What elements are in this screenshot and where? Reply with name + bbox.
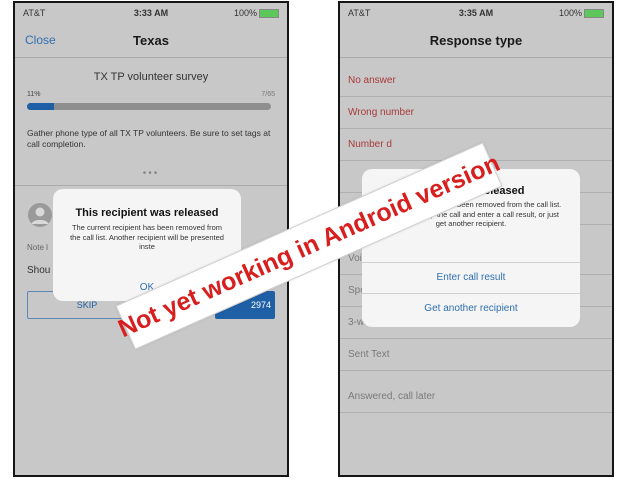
response-option-no-answer[interactable]: No answer xyxy=(340,65,612,97)
divider xyxy=(15,185,287,186)
progress-percent: 11% xyxy=(27,91,41,98)
progress-bar xyxy=(27,103,271,110)
nav-bar: Response type xyxy=(340,23,612,58)
progress-fill xyxy=(27,103,54,110)
nav-title: Response type xyxy=(429,33,523,48)
more-dots-icon[interactable]: ••• xyxy=(15,168,287,179)
status-bar: AT&T 3:33 AM 100% xyxy=(15,3,287,23)
avatar xyxy=(28,203,52,227)
response-option-answered-call-later[interactable]: Answered, call later xyxy=(340,381,612,413)
enter-call-result-button[interactable]: Enter call result xyxy=(362,262,580,293)
response-option-wrong-number[interactable]: Wrong number xyxy=(340,97,612,129)
status-bar: AT&T 3:35 AM 100% xyxy=(340,3,612,23)
battery-percent: 100% xyxy=(233,8,257,18)
battery-indicator: 100% xyxy=(558,8,604,19)
get-another-recipient-button[interactable]: Get another recipient xyxy=(362,293,580,324)
battery-indicator: 100% xyxy=(233,8,279,19)
nav-bar: Close Texas xyxy=(15,23,287,58)
survey-intro: Gather phone type of all TX TP volunteer… xyxy=(27,128,271,149)
alert-message: The current recipient has been removed f… xyxy=(70,223,224,251)
nav-title: Texas xyxy=(133,33,169,48)
person-icon xyxy=(31,207,49,224)
progress-count: 7/65 xyxy=(261,91,275,98)
left-phone-screen: AT&T 3:33 AM 100% Close Texas TX TP volu… xyxy=(13,1,289,477)
battery-percent: 100% xyxy=(558,8,582,18)
note-label: Note l xyxy=(27,243,48,252)
question-text: Shou xyxy=(27,265,51,276)
alert-title: This recipient was released xyxy=(75,207,219,219)
battery-icon xyxy=(259,9,279,19)
battery-icon xyxy=(584,9,604,19)
survey-title: TX TP volunteer survey xyxy=(93,71,209,83)
response-option-sent-text[interactable]: Sent Text xyxy=(340,339,612,371)
